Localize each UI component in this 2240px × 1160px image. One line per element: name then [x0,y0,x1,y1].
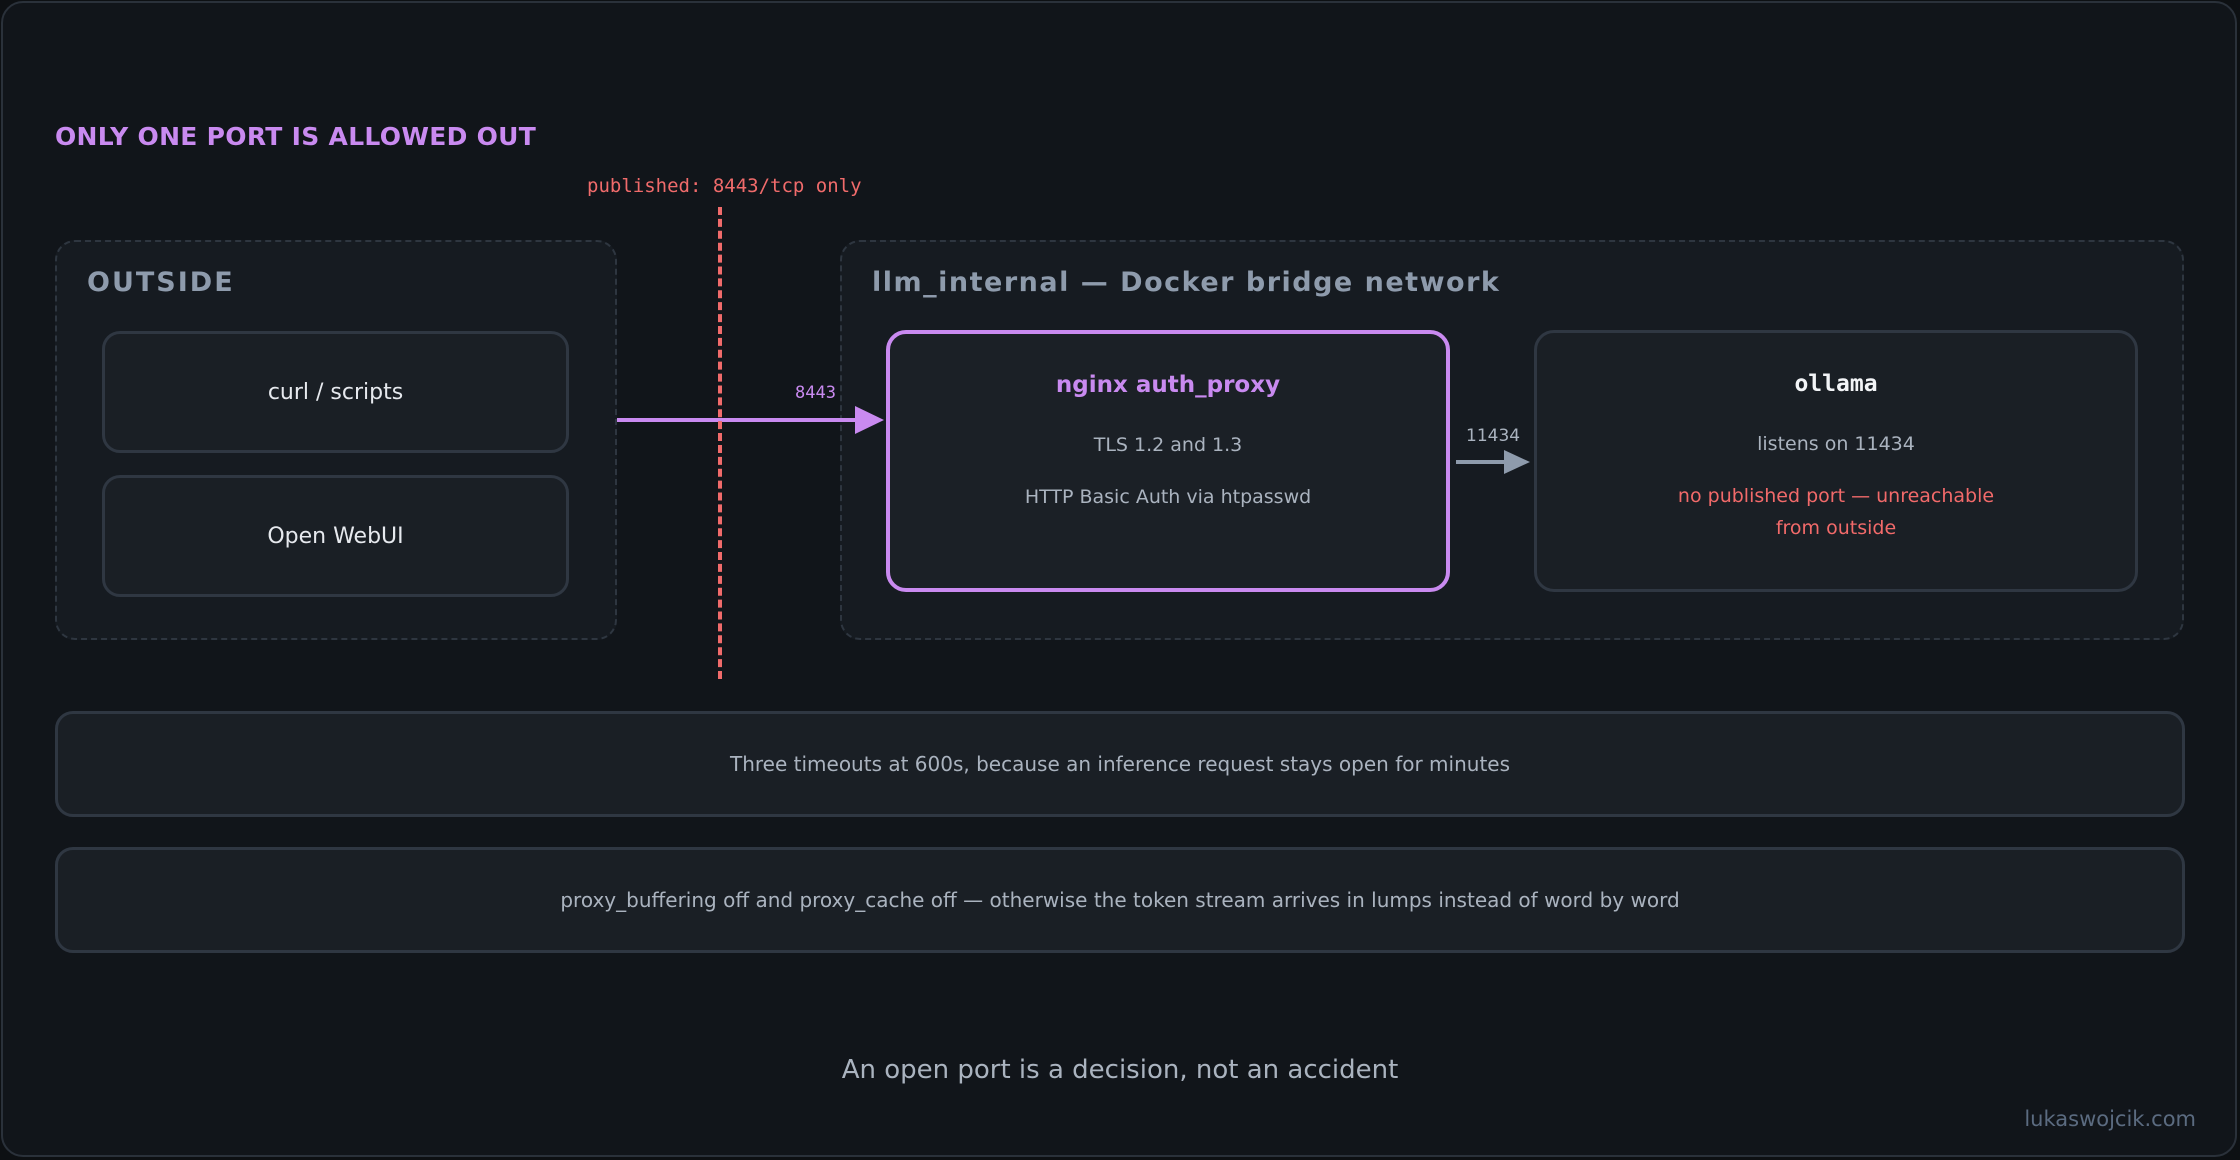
inbound-port-label: 8443 [795,383,836,403]
credit-link: lukaswojcik.com [2024,1107,2196,1131]
proxy-to-ollama-arrowhead [1504,450,1530,474]
inbound-arrowhead [855,406,884,434]
published-port-label: published: 8443/tcp only [587,175,862,197]
internal-port-label: 11434 [1466,426,1521,446]
published-port-boundary-line [718,207,722,679]
tagline: An open port is a decision, not an accid… [841,1055,1399,1085]
buffering-note: proxy_buffering off and proxy_cache off … [55,847,2185,953]
timeouts-note: Three timeouts at 600s, because an infer… [55,711,2185,817]
diagram-edges [617,406,1530,474]
